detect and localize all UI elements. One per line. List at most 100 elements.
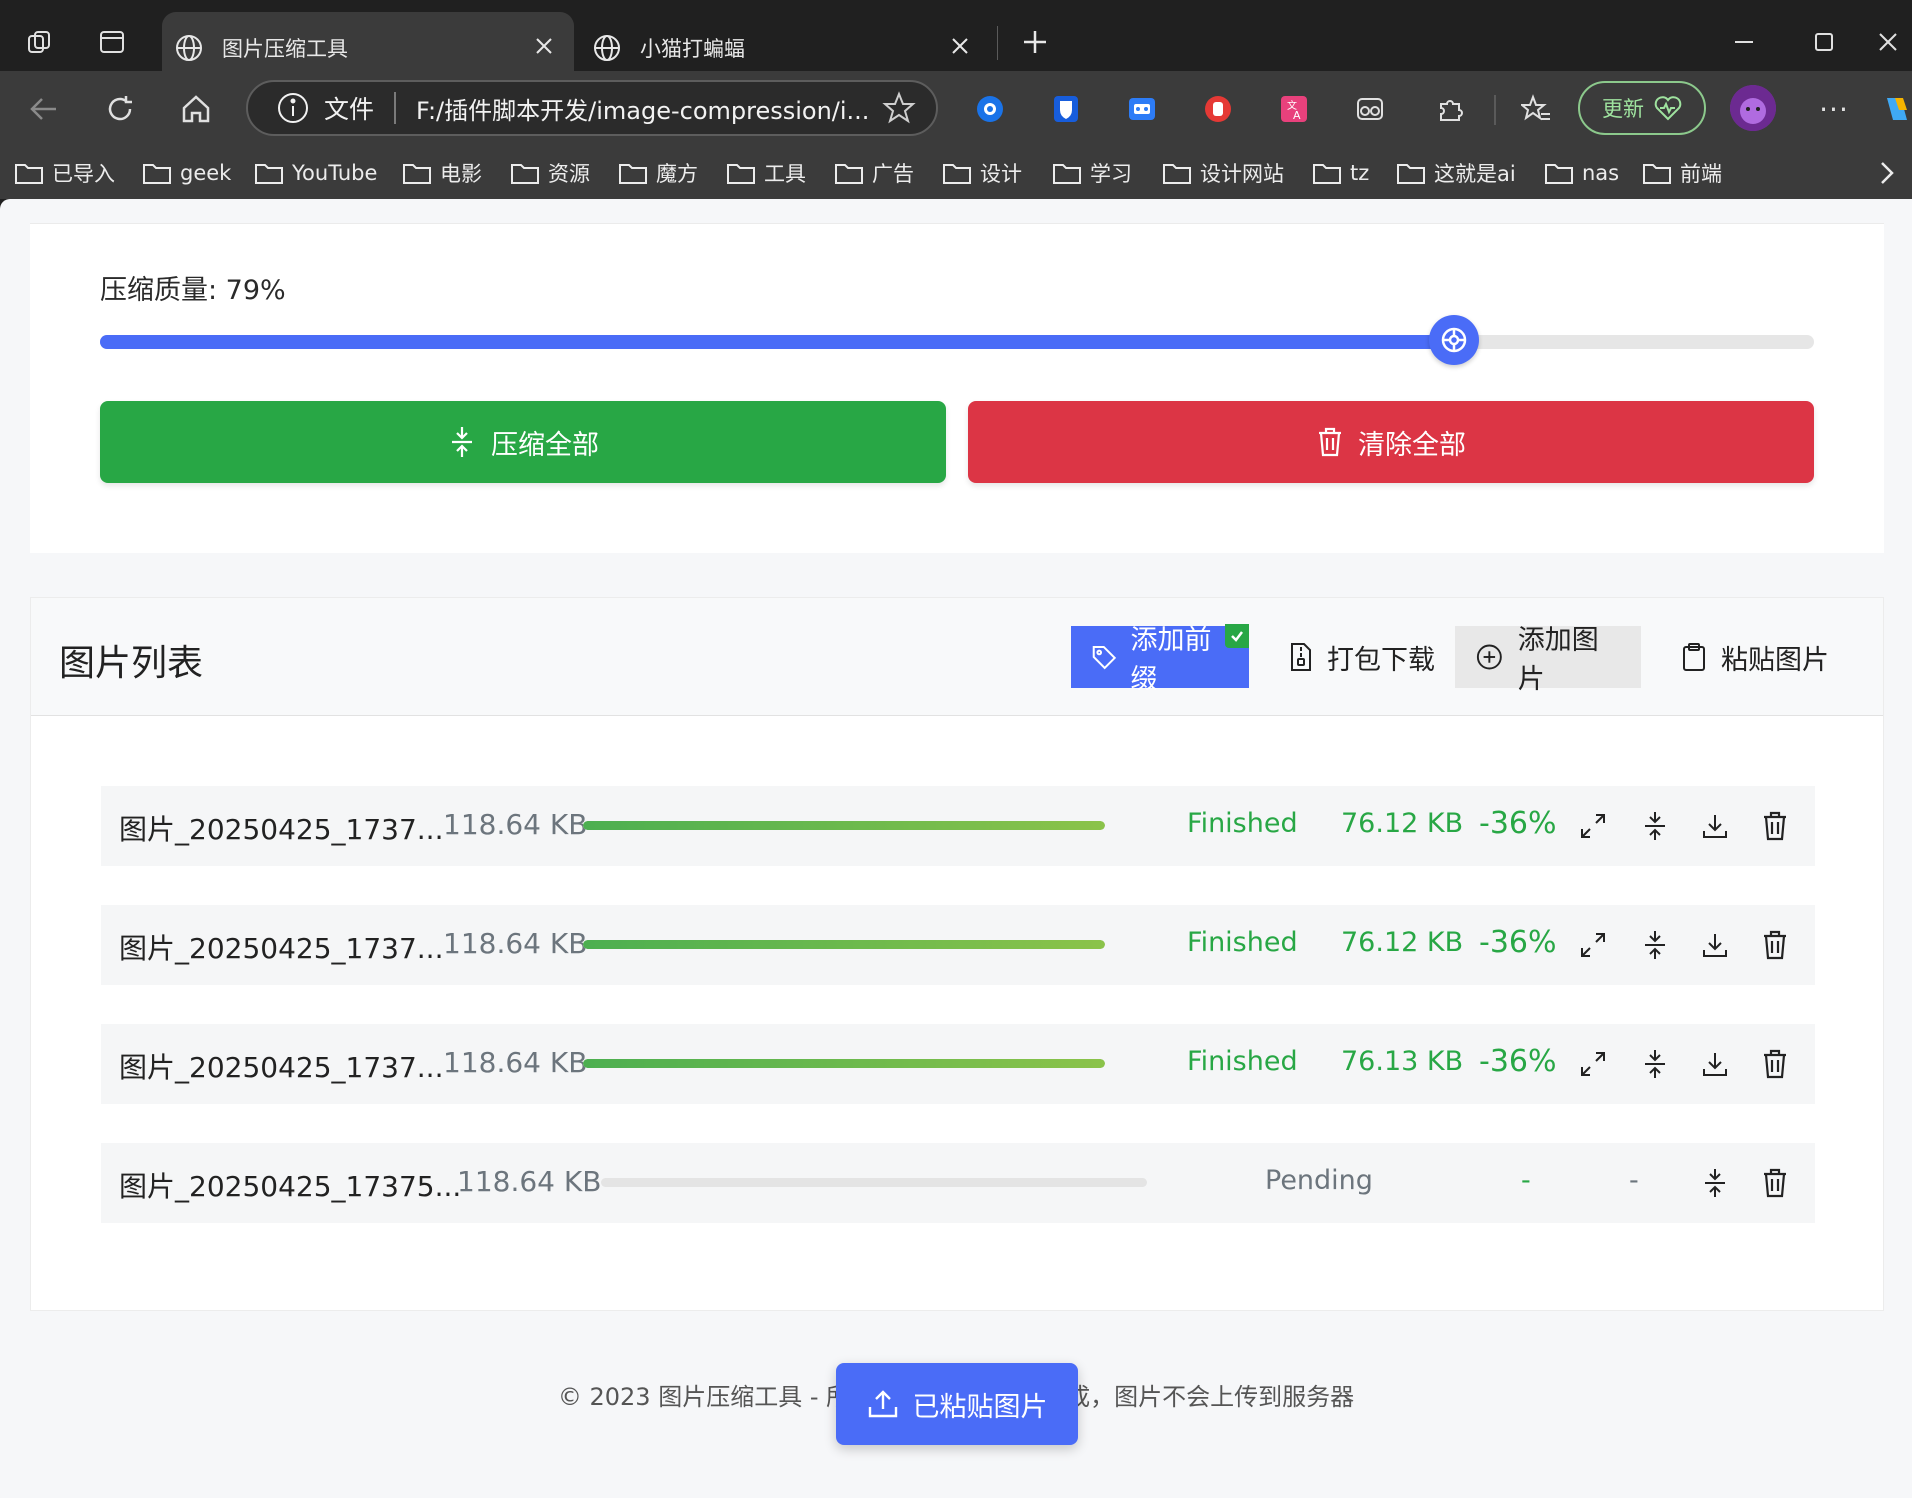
- add-prefix-button[interactable]: 添加前缀: [1071, 624, 1249, 695]
- bookmark-folder[interactable]: YouTube: [254, 155, 377, 191]
- bookmark-label: tz: [1350, 161, 1370, 185]
- back-icon[interactable]: [20, 85, 68, 133]
- home-icon[interactable]: [172, 85, 220, 133]
- check-icon: [1231, 631, 1243, 642]
- compress-icon[interactable]: [1637, 1046, 1673, 1082]
- slider-thumb-icon: [1441, 327, 1467, 353]
- progress-fill: [583, 940, 1105, 949]
- preview-expand-icon[interactable]: [1575, 1046, 1611, 1082]
- pasted-image-toast[interactable]: 已粘贴图片: [836, 1363, 1078, 1445]
- address-bar[interactable]: 文件 F:/插件脚本开发/image-compression/i...: [246, 80, 938, 136]
- favorite-star-icon[interactable]: [882, 91, 916, 125]
- quality-slider[interactable]: [100, 315, 1814, 365]
- bookmark-folder[interactable]: 魔方: [618, 155, 698, 191]
- profile-avatar[interactable]: [1730, 85, 1776, 131]
- extensions-puzzle-icon[interactable]: [1426, 85, 1474, 133]
- copilot-icon[interactable]: [1880, 85, 1912, 133]
- original-size: 118.64 KB: [443, 1046, 588, 1079]
- bookmark-folder[interactable]: 设计网站: [1162, 155, 1284, 191]
- add-image-button[interactable]: 添加图片: [1455, 625, 1641, 695]
- list-title: 图片列表: [59, 643, 204, 684]
- quality-label: 压缩质量: 79%: [100, 275, 286, 306]
- globe-icon: [594, 34, 620, 61]
- compress-icon: [452, 427, 472, 457]
- close-tab-icon[interactable]: [948, 34, 972, 58]
- delete-icon[interactable]: [1757, 808, 1793, 844]
- folder-icon: [835, 164, 863, 184]
- original-size: 118.64 KB: [443, 808, 588, 841]
- trash-icon: [1319, 427, 1341, 457]
- info-icon[interactable]: [276, 91, 310, 125]
- bookmark-folder[interactable]: 已导入: [14, 155, 115, 191]
- download-icon[interactable]: [1697, 1046, 1733, 1082]
- progress-fill: [583, 821, 1105, 830]
- zip-download-label: 打包下载: [1327, 644, 1435, 676]
- status-text: Finished: [1187, 1046, 1298, 1077]
- slider-thumb[interactable]: [1429, 315, 1480, 365]
- check-badge: [1225, 624, 1249, 648]
- compressed-size: 76.12 KB: [1341, 808, 1464, 839]
- delete-icon[interactable]: [1757, 927, 1793, 963]
- ratio-text: -36%: [1479, 925, 1557, 960]
- preview-expand-icon[interactable]: [1575, 927, 1611, 963]
- bookmark-label: 广告: [872, 162, 914, 186]
- chevron-right-icon[interactable]: [1872, 157, 1902, 189]
- compressed-size: 76.13 KB: [1341, 1046, 1464, 1077]
- preview-expand-icon[interactable]: [1575, 808, 1611, 844]
- compress-icon[interactable]: [1637, 808, 1673, 844]
- folder-icon: [943, 164, 971, 184]
- heart-pulse-icon: [1654, 96, 1682, 121]
- refresh-icon[interactable]: [96, 85, 144, 133]
- clear-all-button[interactable]: 清除全部: [968, 401, 1814, 483]
- bookmark-folder[interactable]: 设计: [942, 155, 1022, 191]
- file-name: 图片_20250425_1737...: [119, 1051, 444, 1084]
- bookmark-folder[interactable]: 这就是ai: [1396, 155, 1516, 191]
- close-tab-icon[interactable]: [532, 34, 556, 58]
- delete-icon[interactable]: [1757, 1165, 1793, 1201]
- progress-bar: [583, 821, 1105, 830]
- bitwarden-extension-icon[interactable]: [1042, 85, 1090, 133]
- bookmark-folder[interactable]: nas: [1544, 155, 1619, 191]
- folder-icon: [1643, 164, 1671, 184]
- settings-card: 压缩质量: 79% 压缩全部 清除全部: [30, 223, 1884, 553]
- bookmark-folder[interactable]: 广告: [834, 155, 914, 191]
- folder-icon: [1053, 164, 1081, 184]
- browser-extension-icon[interactable]: [966, 85, 1014, 133]
- delete-icon[interactable]: [1757, 1046, 1793, 1082]
- add-prefix-label: 添加前缀: [1130, 625, 1212, 695]
- new-tab-button[interactable]: [1010, 20, 1060, 64]
- glasses-extension-icon[interactable]: [1346, 85, 1394, 133]
- bookmark-folder[interactable]: 电影: [402, 155, 482, 191]
- tab-title: 小猫打蝙蝠: [640, 36, 745, 61]
- bookmark-folder[interactable]: tz: [1312, 155, 1369, 191]
- update-button[interactable]: 更新: [1578, 81, 1706, 135]
- compress-icon[interactable]: [1637, 927, 1673, 963]
- plus-circle-icon: [1476, 644, 1502, 670]
- url-text[interactable]: F:/插件脚本开发/image-compression/i...: [416, 91, 870, 126]
- translate-extension-icon[interactable]: 文A: [1270, 85, 1318, 133]
- clipboard-icon: [1683, 643, 1705, 671]
- progress-bar: [601, 1178, 1147, 1187]
- favorites-icon[interactable]: [1512, 85, 1560, 133]
- bot-extension-icon[interactable]: [1118, 85, 1166, 133]
- compress-all-label: 压缩全部: [491, 429, 599, 461]
- bookmark-label: 魔方: [656, 162, 698, 186]
- bookmark-folder[interactable]: 前端: [1642, 155, 1722, 191]
- bookmark-folder[interactable]: geek: [142, 155, 231, 191]
- zip-download-button[interactable]: 打包下载: [1269, 626, 1455, 688]
- bookmark-folder[interactable]: 资源: [510, 155, 590, 191]
- download-icon[interactable]: [1697, 808, 1733, 844]
- folder-icon: [619, 164, 647, 184]
- folder-icon: [403, 164, 431, 184]
- compress-all-button[interactable]: 压缩全部: [100, 401, 946, 483]
- compress-icon[interactable]: [1697, 1165, 1733, 1201]
- download-icon[interactable]: [1697, 927, 1733, 963]
- bookmark-label: 学习: [1090, 162, 1132, 186]
- bookmark-folder[interactable]: 学习: [1052, 155, 1132, 191]
- list-header: 图片列表 添加前缀 打包下载 添加图片 粘贴图片: [31, 598, 1883, 716]
- more-menu-icon[interactable]: ···: [1810, 85, 1858, 133]
- paste-image-button[interactable]: 粘贴图片: [1661, 626, 1849, 688]
- adblock-hand-icon[interactable]: [1194, 85, 1242, 133]
- bookmark-folder[interactable]: 工具: [726, 155, 806, 191]
- pasted-image-label: 已粘贴图片: [912, 1391, 1048, 1423]
